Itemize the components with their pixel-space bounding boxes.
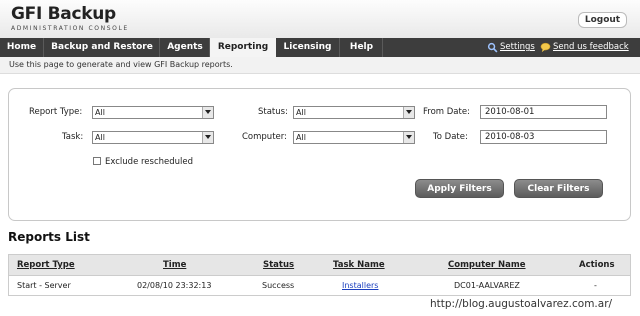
apply-filters-button[interactable]: Apply Filters: [415, 179, 504, 198]
main-nav: Home Backup and Restore Agents Reporting…: [0, 38, 640, 58]
report-type-select[interactable]: All: [92, 106, 214, 119]
column-actions: Actions: [579, 260, 615, 270]
report-type-label: Report Type:: [29, 107, 83, 117]
logout-button[interactable]: Logout: [578, 12, 627, 28]
status-label: Status:: [258, 107, 288, 117]
column-time[interactable]: Time: [163, 260, 186, 270]
dropdown-arrow-icon[interactable]: [202, 132, 213, 143]
reports-list-title: Reports List: [8, 230, 90, 244]
column-computer-name[interactable]: Computer Name: [448, 260, 526, 270]
gfi-backup-logo: GFI Backup ADMINISTRATION CONSOLE: [11, 4, 129, 33]
speech-bubble-icon[interactable]: [540, 42, 551, 53]
dropdown-arrow-icon[interactable]: [403, 132, 414, 143]
dropdown-arrow-icon[interactable]: [403, 107, 414, 118]
clear-filters-button[interactable]: Clear Filters: [514, 179, 603, 198]
tab-backup-and-restore[interactable]: Backup and Restore: [45, 38, 160, 57]
logo-subtitle: ADMINISTRATION CONSOLE: [11, 25, 129, 32]
report-type-value: All: [95, 108, 105, 117]
status-value: All: [296, 108, 306, 117]
page-description: Use this page to generate and view GFI B…: [9, 60, 233, 69]
status-select[interactable]: All: [293, 106, 415, 119]
settings-link[interactable]: Settings: [500, 38, 535, 57]
dropdown-arrow-icon[interactable]: [202, 107, 213, 118]
to-date-input[interactable]: 2010-08-03: [480, 130, 607, 144]
gear-icon[interactable]: [487, 42, 498, 53]
column-task-name[interactable]: Task Name: [333, 260, 385, 270]
task-select[interactable]: All: [92, 131, 214, 144]
send-feedback-link[interactable]: Send us feedback: [553, 38, 629, 57]
computer-value: All: [296, 133, 306, 142]
tab-home[interactable]: Home: [0, 38, 44, 57]
exclude-rescheduled-checkbox[interactable]: [93, 157, 101, 165]
cell-task-name-link[interactable]: Installers: [342, 281, 378, 290]
tab-reporting[interactable]: Reporting: [210, 38, 276, 58]
task-value: All: [95, 133, 105, 142]
cell-time: 02/08/10 23:32:13: [137, 281, 212, 290]
cell-actions: -: [594, 281, 597, 290]
cell-report-type: Start - Server: [17, 281, 71, 290]
logo-title: GFI Backup: [11, 4, 116, 24]
from-date-input[interactable]: 2010-08-01: [480, 105, 607, 119]
task-label: Task:: [62, 132, 84, 142]
from-date-label: From Date:: [423, 107, 470, 117]
tab-agents[interactable]: Agents: [161, 38, 210, 57]
column-report-type[interactable]: Report Type: [17, 260, 75, 270]
page-description-bar: Use this page to generate and view GFI B…: [0, 57, 640, 74]
app-header: GFI Backup ADMINISTRATION CONSOLE Logout: [0, 0, 640, 38]
cell-status: Success: [262, 281, 295, 290]
computer-select[interactable]: All: [293, 131, 415, 144]
reports-table: Report Type Time Status Task Name Comput…: [8, 254, 631, 296]
to-date-label: To Date:: [433, 132, 468, 142]
table-header: Report Type Time Status Task Name Comput…: [9, 255, 630, 276]
filter-panel: Report Type: All Task: All Status: All C…: [8, 88, 631, 221]
cell-computer-name: DC01-AALVAREZ: [454, 281, 520, 290]
computer-label: Computer:: [242, 132, 287, 142]
exclude-rescheduled-label: Exclude rescheduled: [105, 157, 194, 167]
watermark-text: http://blog.augustoalvarez.com.ar/: [430, 298, 613, 310]
tab-help[interactable]: Help: [341, 38, 383, 57]
tab-licensing[interactable]: Licensing: [276, 38, 340, 57]
column-status[interactable]: Status: [263, 260, 294, 270]
